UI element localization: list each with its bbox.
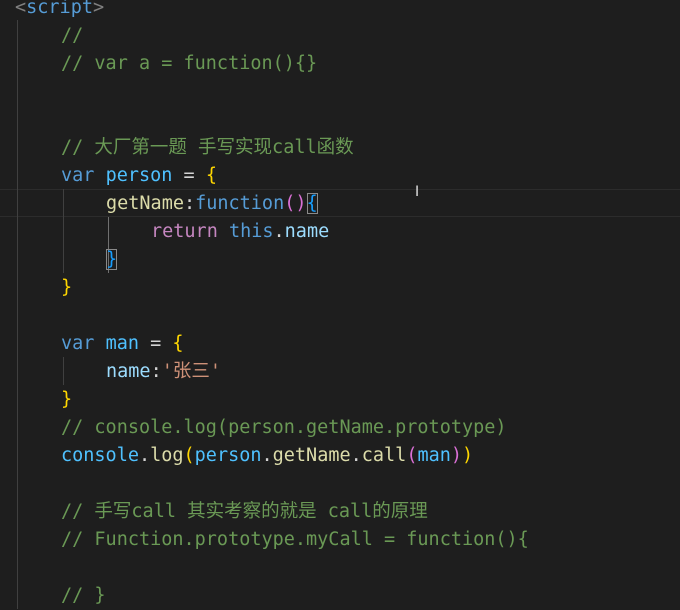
comment: // } bbox=[61, 585, 106, 606]
matched-brace: { bbox=[306, 193, 318, 214]
keyword-return: return bbox=[151, 221, 218, 242]
dot: . bbox=[261, 445, 273, 466]
keyword: var bbox=[61, 165, 95, 186]
code-line: name:'张三' bbox=[0, 358, 680, 386]
paren: ( bbox=[183, 445, 195, 466]
paren: ( bbox=[406, 445, 418, 466]
method-key: getName bbox=[106, 193, 184, 214]
method: getName bbox=[272, 445, 351, 466]
code-line: console.log(person.getName.call(man)) bbox=[0, 442, 680, 470]
code-line: // 手写call 其实考察的就是 call的原理 bbox=[0, 498, 680, 526]
property: name bbox=[284, 221, 330, 242]
code-line: // } bbox=[0, 582, 680, 610]
brace: } bbox=[61, 389, 73, 410]
variable: person bbox=[105, 165, 173, 186]
object: console bbox=[61, 445, 139, 466]
variable: person bbox=[194, 445, 262, 466]
comment: // var a = function(){} bbox=[61, 53, 318, 74]
paren: ) bbox=[450, 445, 463, 466]
operator: = bbox=[138, 333, 173, 354]
matched-brace: } bbox=[106, 249, 118, 270]
code-line: // Function.prototype.myCall = function(… bbox=[0, 526, 680, 554]
code-line: } bbox=[0, 246, 680, 274]
operator: = bbox=[172, 165, 206, 186]
tag-name: script bbox=[26, 0, 93, 18]
text-cursor-icon: I bbox=[415, 184, 420, 200]
code-line: // console.log(person.getName.prototype) bbox=[0, 414, 680, 442]
tag-bracket: < bbox=[15, 0, 27, 18]
brace: } bbox=[61, 277, 73, 298]
method: call bbox=[361, 445, 407, 466]
dot: . bbox=[350, 445, 362, 466]
code-line: var person = { bbox=[0, 162, 680, 190]
paren: () bbox=[284, 193, 307, 214]
variable: man bbox=[417, 445, 451, 466]
variable: man bbox=[105, 333, 139, 354]
string: '张三' bbox=[161, 361, 221, 382]
comment: // bbox=[61, 25, 84, 46]
brace: { bbox=[205, 165, 217, 186]
comment: // console.log(person.getName.prototype) bbox=[61, 417, 507, 438]
code-line: } bbox=[0, 386, 680, 414]
colon: : bbox=[150, 361, 162, 382]
comment: // 大厂第一题 手写实现call函数 bbox=[61, 137, 354, 158]
keyword: var bbox=[61, 333, 95, 354]
code-line: // 大厂第一题 手写实现call函数 bbox=[0, 134, 680, 162]
property-key: name bbox=[106, 361, 151, 382]
code-editor[interactable]: <script> // // var a = function(){} // 大… bbox=[0, 0, 680, 609]
brace: { bbox=[172, 333, 184, 354]
code-line: } bbox=[0, 274, 680, 302]
colon: : bbox=[183, 193, 196, 214]
keyword: function bbox=[195, 193, 285, 214]
comment: // Function.prototype.myCall = function(… bbox=[61, 529, 529, 550]
tag-bracket: > bbox=[92, 0, 105, 18]
comment: // 手写call 其实考察的就是 call的原理 bbox=[61, 501, 428, 522]
code-line: return this.name bbox=[0, 218, 680, 246]
function-call: log bbox=[150, 445, 184, 466]
code-line: // var a = function(){} bbox=[0, 50, 680, 78]
paren: ) bbox=[462, 445, 474, 466]
keyword-this: this bbox=[228, 221, 274, 242]
dot: . bbox=[273, 221, 285, 242]
code-line: // bbox=[0, 22, 680, 50]
code-line: var man = { bbox=[0, 330, 680, 358]
code-line: <script> bbox=[0, 0, 680, 22]
dot: . bbox=[138, 445, 151, 466]
code-line-current: getName:function(){ bbox=[0, 190, 680, 218]
